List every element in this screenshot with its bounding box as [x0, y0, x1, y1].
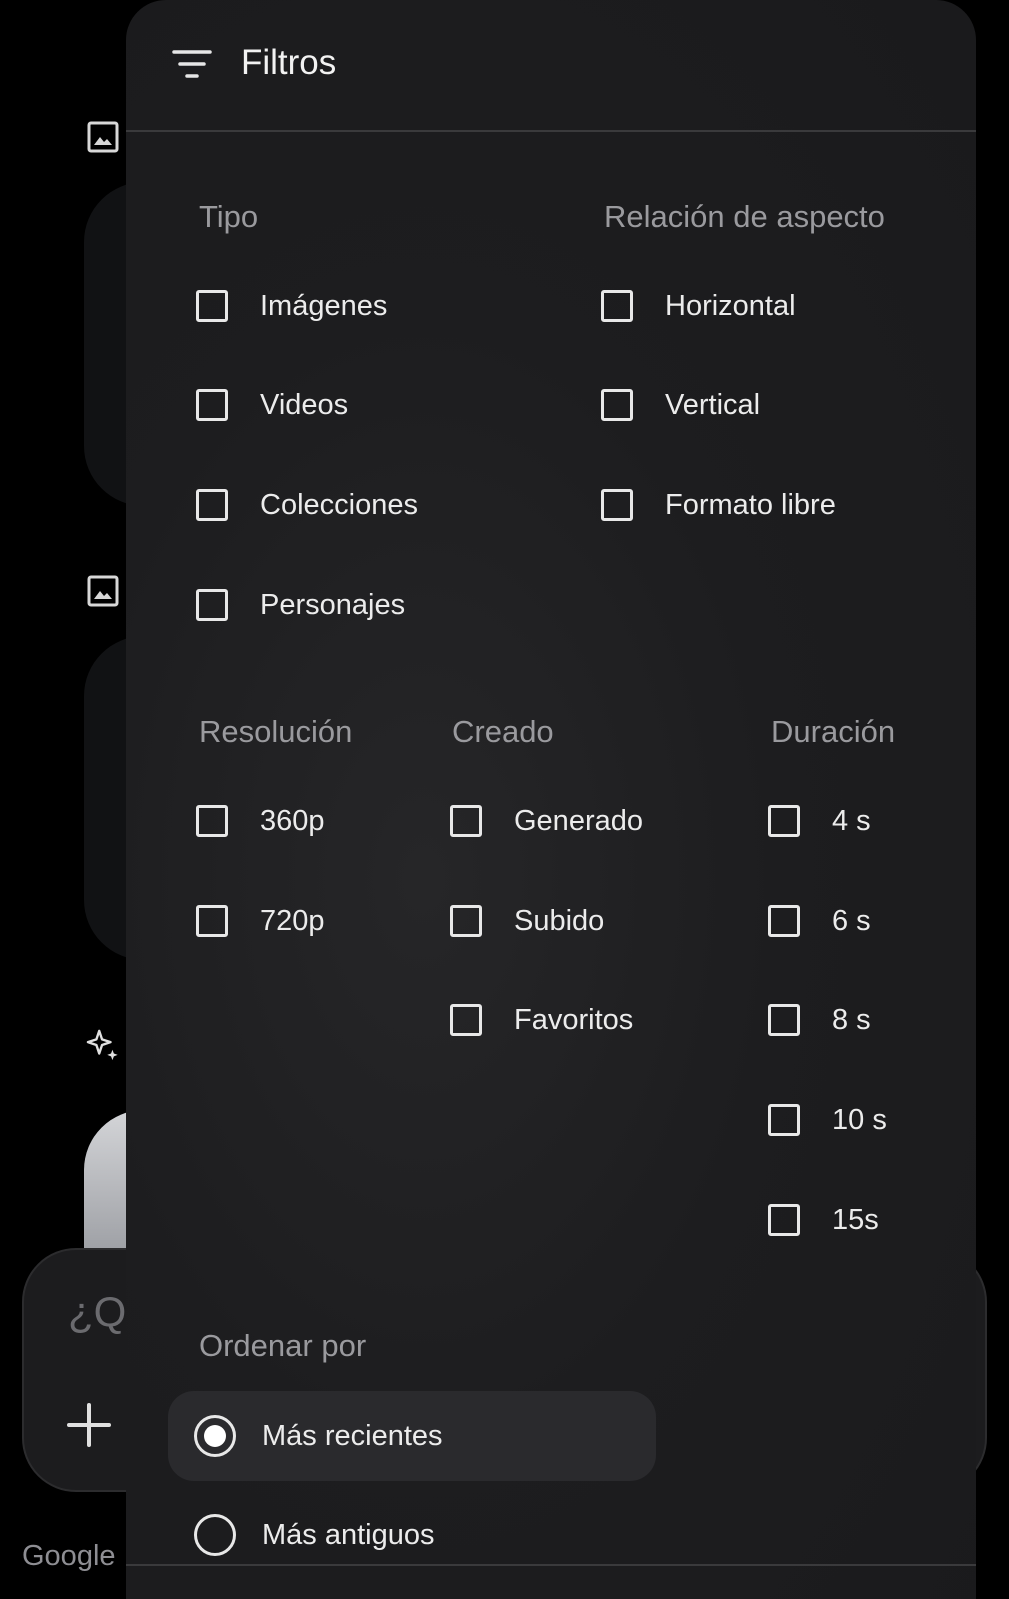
checkbox-row-10s[interactable]: 10 s — [764, 1095, 887, 1145]
checkbox[interactable] — [450, 1004, 482, 1036]
checkbox[interactable] — [768, 1104, 800, 1136]
checkbox-row-favoritos[interactable]: Favoritos — [446, 995, 633, 1045]
checkbox-label: Formato libre — [665, 489, 836, 521]
radio-button-selected[interactable] — [194, 1415, 236, 1457]
checkbox[interactable] — [601, 389, 633, 421]
section-label-aspecto: Relación de aspecto — [604, 199, 885, 234]
checkbox[interactable] — [768, 1204, 800, 1236]
section-label-creado: Creado — [452, 714, 554, 749]
checkbox-row-personajes[interactable]: Personajes — [192, 580, 405, 630]
checkbox[interactable] — [196, 589, 228, 621]
checkbox-label: Personajes — [260, 589, 406, 621]
radio-button[interactable] — [194, 1514, 236, 1556]
radio-dot — [204, 1425, 226, 1447]
checkbox-label: Videos — [260, 389, 349, 421]
checkbox[interactable] — [196, 489, 228, 521]
section-label-duracion: Duración — [771, 714, 896, 749]
checkbox-row-vertical[interactable]: Vertical — [597, 380, 760, 430]
radio-row-mas-recientes[interactable]: Más recientes — [168, 1391, 656, 1481]
sparkle-icon — [86, 1028, 120, 1062]
radio-row-mas-antiguos[interactable]: Más antiguos — [168, 1490, 656, 1580]
checkbox[interactable] — [196, 805, 228, 837]
checkbox[interactable] — [768, 905, 800, 937]
checkbox-row-videos[interactable]: Videos — [192, 380, 348, 430]
radio-label: Más antiguos — [262, 1519, 435, 1551]
google-brand: Google — [22, 1540, 116, 1572]
checkbox-row-formato-libre[interactable]: Formato libre — [597, 480, 836, 530]
image-icon — [86, 120, 120, 154]
radio-label: Más recientes — [262, 1420, 443, 1452]
checkbox-row-8s[interactable]: 8 s — [764, 995, 871, 1045]
checkbox[interactable] — [601, 290, 633, 322]
checkbox-row-360p[interactable]: 360p — [192, 796, 325, 846]
divider — [126, 1564, 976, 1566]
image-icon — [86, 574, 120, 608]
checkbox[interactable] — [196, 905, 228, 937]
checkbox-row-6s[interactable]: 6 s — [764, 896, 871, 946]
checkbox-label: 4 s — [832, 805, 871, 837]
checkbox[interactable] — [768, 805, 800, 837]
checkbox-row-colecciones[interactable]: Colecciones — [192, 480, 418, 530]
checkbox-label: 8 s — [832, 1004, 871, 1036]
checkbox-label: Generado — [514, 805, 643, 837]
filters-panel: Filtros Tipo Imágenes Videos Colecciones… — [126, 0, 976, 1599]
checkbox-label: Subido — [514, 905, 605, 937]
checkbox-label: Imágenes — [260, 290, 388, 322]
checkbox-row-generado[interactable]: Generado — [446, 796, 643, 846]
checkbox[interactable] — [768, 1004, 800, 1036]
checkbox-row-imagenes[interactable]: Imágenes — [192, 281, 387, 331]
section-label-resolucion: Resolución — [199, 714, 353, 749]
checkbox-row-subido[interactable]: Subido — [446, 896, 604, 946]
filter-list-icon — [172, 48, 212, 82]
add-icon[interactable] — [66, 1402, 112, 1448]
checkbox-label: Colecciones — [260, 489, 418, 521]
checkbox-row-15s[interactable]: 15s — [764, 1195, 879, 1245]
checkbox[interactable] — [196, 290, 228, 322]
checkbox[interactable] — [196, 389, 228, 421]
section-label-ordenar: Ordenar por — [199, 1328, 367, 1363]
checkbox-label: 720p — [260, 905, 325, 937]
checkbox[interactable] — [450, 905, 482, 937]
checkbox-label: Horizontal — [665, 290, 796, 322]
checkbox-label: 6 s — [832, 905, 871, 937]
checkbox-row-4s[interactable]: 4 s — [764, 796, 871, 846]
checkbox-label: Vertical — [665, 389, 761, 421]
checkbox-row-720p[interactable]: 720p — [192, 896, 325, 946]
checkbox-label: 10 s — [832, 1104, 887, 1136]
checkbox[interactable] — [450, 805, 482, 837]
checkbox[interactable] — [601, 489, 633, 521]
checkbox-label: Favoritos — [514, 1004, 634, 1036]
app-screen: ¿Qu Google Filtros Tipo Imágenes Videos — [0, 0, 1009, 1599]
checkbox-row-horizontal[interactable]: Horizontal — [597, 281, 796, 331]
filters-title: Filtros — [241, 43, 337, 82]
section-label-tipo: Tipo — [199, 199, 259, 234]
checkbox-label: 15s — [832, 1204, 879, 1236]
filters-header: Filtros — [126, 0, 976, 132]
checkbox-label: 360p — [260, 805, 325, 837]
